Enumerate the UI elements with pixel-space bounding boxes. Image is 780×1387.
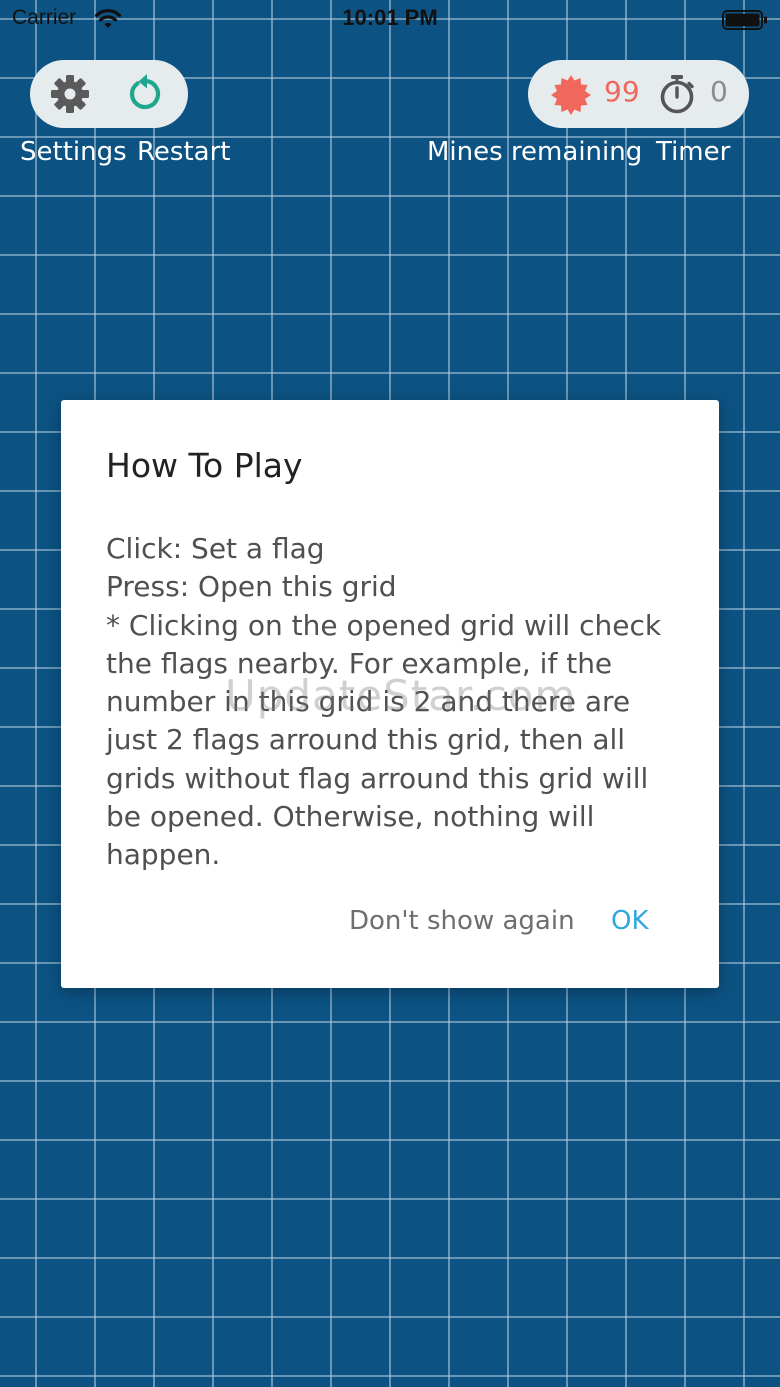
dialog-body: Click: Set a flag Press: Open this grid …	[106, 530, 686, 875]
dont-show-again-button[interactable]: Don't show again	[349, 906, 575, 936]
battery-icon	[722, 10, 767, 30]
mines-remaining-count: 99	[604, 75, 640, 108]
status-bar: Carrier 10:01 PM	[0, 0, 780, 40]
instruction-opened-grid: * Clicking on the opened grid will check…	[106, 608, 662, 872]
settings-label: Settings	[20, 137, 127, 167]
status-time: 10:01 PM	[342, 5, 438, 30]
dialog-title: How To Play	[106, 446, 303, 485]
restart-icon[interactable]	[124, 73, 164, 115]
timer-value: 0	[710, 75, 728, 108]
mines-remaining-label: Mines remaining	[427, 137, 643, 167]
how-to-play-dialog: How To Play Click: Set a flag Press: Ope…	[61, 400, 719, 988]
timer-label: Timer	[656, 137, 731, 167]
mines-timer-pill: 99 0	[528, 60, 749, 128]
ok-button[interactable]: OK	[611, 906, 649, 936]
mine-icon	[551, 75, 591, 115]
settings-restart-pill	[30, 60, 188, 128]
restart-label: Restart	[137, 137, 231, 167]
instruction-click: Click: Set a flag	[106, 532, 325, 565]
instruction-press: Press: Open this grid	[106, 570, 397, 604]
gear-icon[interactable]	[50, 74, 90, 114]
stopwatch-icon	[660, 75, 694, 114]
